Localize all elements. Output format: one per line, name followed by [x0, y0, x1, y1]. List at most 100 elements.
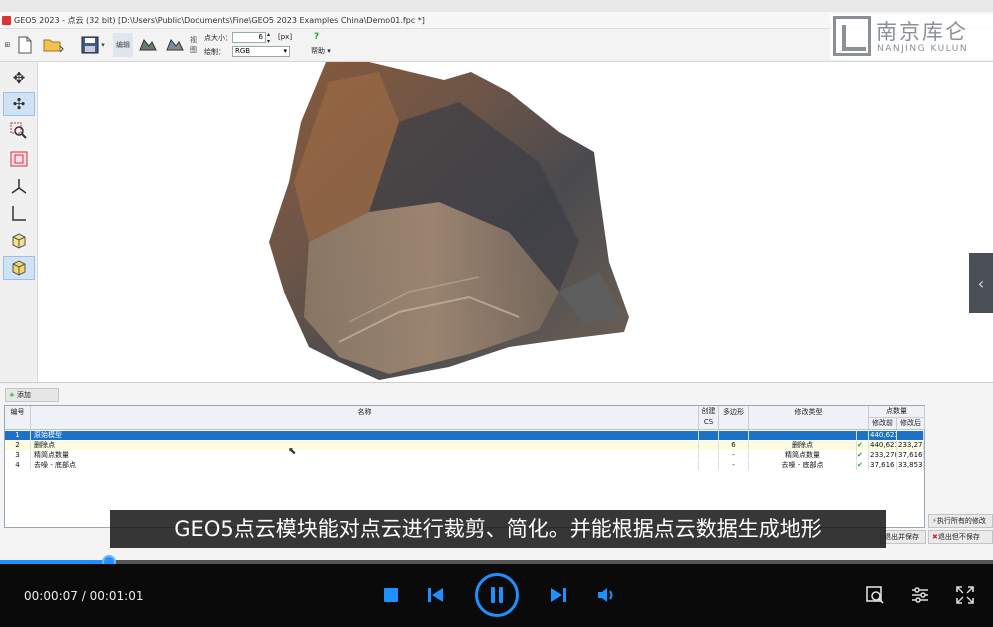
row-name: 原始模型 [31, 431, 699, 440]
pause-icon [491, 587, 495, 603]
row-before: 440,623 [870, 441, 897, 450]
col-header-after: 修改后 [900, 419, 921, 427]
app-icon [2, 16, 11, 25]
chevron-left-icon: ‹ [977, 273, 985, 293]
row-type: 删除点 [749, 441, 857, 450]
point-size-unit: [px] [278, 33, 293, 41]
row-name: 去噪 - 底部点 [31, 461, 699, 470]
col-header-cs-bottom: CS [703, 418, 714, 426]
pointcloud-view-icon[interactable] [137, 33, 159, 57]
point-cloud-model [269, 62, 629, 380]
previous-icon[interactable] [426, 586, 446, 604]
3d-viewport[interactable] [39, 62, 993, 382]
run-all-button[interactable]: ⚡执行所有的修改 [928, 514, 993, 528]
rotate-icon[interactable]: ✣ [3, 92, 35, 116]
cube-iso-icon[interactable] [3, 256, 35, 280]
row-check-icon: ✔ [857, 461, 869, 470]
move-icon[interactable]: ✥ [3, 66, 35, 90]
open-file-icon[interactable] [40, 33, 68, 57]
draw-label: 绘制： [204, 48, 225, 56]
row-type [749, 431, 857, 440]
col-header-point-count-top: 点数量 [869, 406, 924, 418]
run-all-label: 执行所有的修改 [936, 517, 986, 525]
volume-icon[interactable] [596, 586, 618, 604]
left-toolbar: ✥ ✣ [0, 62, 38, 382]
edit-label: 编辑 [116, 41, 130, 49]
window-title: GEO5 2023 - 点云 (32 bit) [D:\Users\Public… [14, 16, 425, 25]
stop-icon[interactable] [382, 586, 400, 604]
side-panel-toggle[interactable]: ‹ [969, 253, 993, 313]
view-label: 视图 [190, 36, 197, 54]
add-button[interactable]: + 添加 [5, 388, 59, 402]
col-header-before: 修改前 [869, 418, 897, 429]
row-cs [699, 441, 719, 450]
col-header-cs-top: 创建 [701, 407, 716, 415]
screenshot-search-icon[interactable] [864, 584, 886, 606]
time-display: 00:00:07 / 00:01:01 [24, 589, 144, 603]
plus-icon: + [9, 391, 15, 399]
col-header-polygon: 多边形 [719, 406, 749, 430]
logo-en: NANJING KULUN [877, 44, 969, 54]
row-check-icon: ✔ [857, 451, 869, 460]
zoom-extents-icon[interactable] [3, 147, 35, 171]
save-file-icon[interactable]: ▾ [78, 33, 108, 57]
row-polygon: - [719, 461, 749, 470]
row-check-icon [857, 431, 869, 440]
zoom-icon[interactable] [3, 119, 35, 143]
pointcloud-edit-icon[interactable] [164, 33, 186, 57]
table-row[interactable]: 1 原始模型 440,623 [5, 431, 924, 440]
point-size-label: 点大小： [204, 34, 232, 42]
row-num: 1 [5, 431, 31, 440]
new-file-icon[interactable] [14, 33, 36, 57]
draw-select[interactable]: RGB ▾ [232, 46, 290, 57]
app-window: GEO5 2023 - 点云 (32 bit) [D:\Users\Public… [0, 0, 993, 562]
row-polygon: 6 [719, 441, 749, 450]
point-size-stepper[interactable]: ▴ ▾ [267, 31, 270, 45]
exit-save-label: 退出并保存 [884, 533, 919, 541]
point-size-input[interactable]: 6 [232, 32, 266, 43]
axis-2d-icon[interactable] [3, 201, 35, 225]
help-icon[interactable]: ? [314, 32, 319, 42]
exit-nosave-label: 退出但不保存 [937, 533, 980, 541]
settings-sliders-icon[interactable] [909, 584, 931, 606]
row-check-icon: ✔ [857, 441, 869, 450]
row-cs [699, 461, 719, 470]
row-name: 删除点 [31, 441, 699, 450]
table-row[interactable]: 4 去噪 - 底部点 - 去噪 - 底部点 ✔ 37,616 33,853 [5, 461, 924, 470]
logo-mark [833, 16, 871, 56]
exit-save-button[interactable]: 退出并保存 [880, 530, 926, 544]
tool-strip-label: ⊞ [3, 42, 11, 48]
axis-3d-icon[interactable] [3, 174, 35, 198]
row-num: 2 [5, 441, 31, 450]
row-type: 精简点数量 [749, 451, 857, 460]
video-controls: 00:00:07 / 00:01:01 [0, 564, 993, 627]
table-row[interactable]: 2 删除点 6 删除点 ✔ 440,623 233,278 [5, 441, 924, 450]
fullscreen-icon[interactable] [954, 584, 976, 606]
cube-top-icon[interactable] [3, 229, 35, 253]
row-name: 精简点数量 [31, 451, 699, 460]
col-header-point-count: 点数量 修改前 修改后 [869, 406, 925, 430]
row-polygon [719, 431, 749, 440]
row-before: 233,278 [870, 451, 897, 460]
chevron-down-icon: ▾ [283, 47, 287, 55]
watermark-logo: 南京库仑 NANJING KULUN [830, 14, 993, 60]
help-menu[interactable]: 帮助 ▾ [311, 46, 331, 56]
col-header-cs: 创建 CS [699, 406, 719, 430]
exit-nosave-button[interactable]: ✖退出但不保存 [928, 530, 993, 544]
row-type: 去噪 - 底部点 [749, 461, 857, 470]
row-after: 233,278 [898, 441, 924, 450]
row-before: 37,616 [869, 461, 897, 470]
col-header-num: 编号 [5, 406, 31, 430]
row-after: 33,853 [898, 461, 924, 470]
row-num: 3 [5, 451, 31, 460]
next-icon[interactable] [548, 586, 568, 604]
row-after: 37,616 [898, 451, 924, 460]
pause-button[interactable] [475, 573, 519, 617]
table-row[interactable]: 3 精简点数量 - 精简点数量 ✔ 233,278 37,616 [5, 451, 924, 460]
add-label: 添加 [16, 391, 31, 399]
edit-button[interactable]: 编辑 [113, 33, 133, 57]
mouse-cursor-icon: ⬉ [288, 446, 297, 457]
help-label: 帮助 [311, 47, 325, 55]
row-polygon: - [719, 451, 749, 460]
video-subtitle: GEO5点云模块能对点云进行裁剪、简化。并能根据点云数据生成地形 [110, 510, 886, 548]
